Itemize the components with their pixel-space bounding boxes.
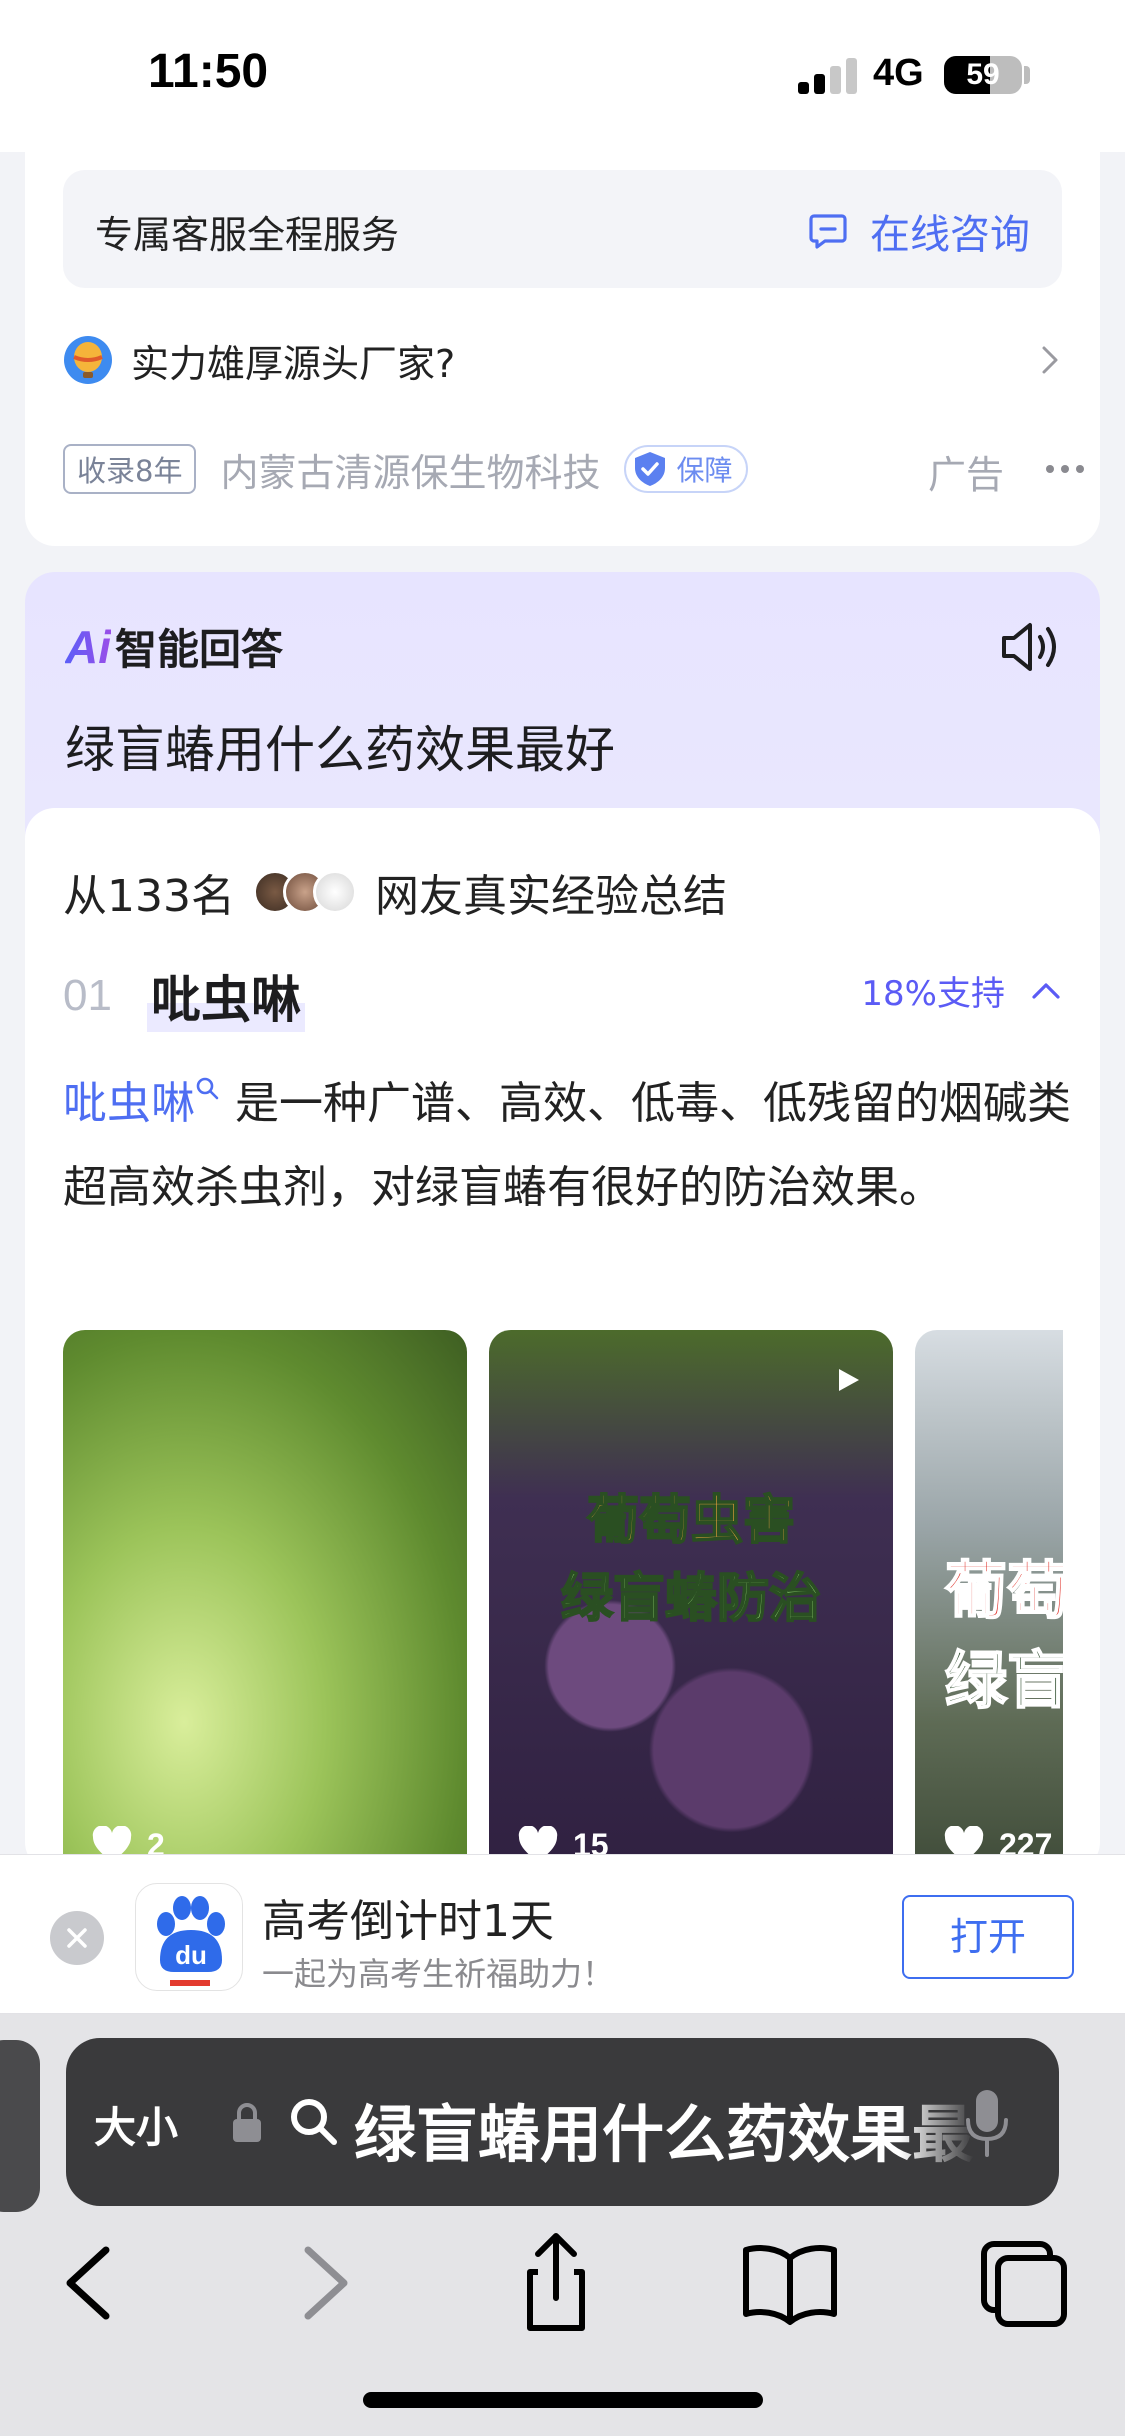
chevron-right-icon <box>1042 346 1058 374</box>
summary-suffix: 网友真实经验总结 <box>374 871 727 922</box>
app-banner: du 高考倒计时1天 一起为高考生祈福助力！ 打开 <box>0 1854 1125 2014</box>
address-bar[interactable]: 大小 绿盲蝽用什么药效果最好 <box>66 2038 1059 2206</box>
more-options-icon[interactable] <box>1043 454 1087 484</box>
battery-icon: 59 <box>944 56 1022 94</box>
status-time: 11:50 <box>148 45 269 98</box>
support-percent: 18%支持 <box>861 974 1005 1014</box>
item-description: 吡虫啉 是一种广谱、高效、低毒、低残留的烟碱类超高效杀虫剂，对绿盲蝽有很好的防治… <box>63 1062 1073 1230</box>
speaker-icon[interactable] <box>998 618 1064 676</box>
service-row[interactable]: 专属客服全程服务 在线咨询 <box>63 170 1062 288</box>
thumbnail-caption: 葡萄虫害 <box>586 1490 796 1552</box>
share-icon[interactable] <box>496 2228 616 2338</box>
back-icon[interactable] <box>26 2228 146 2338</box>
ai-answer-card: Ai 智能回答 绿盲蝽用什么药效果最好 从133名 网友真实经验总结 01 吡虫… <box>25 572 1100 1872</box>
answer-item-header[interactable]: 01 吡虫啉 18%支持 <box>63 960 1063 1032</box>
item-number: 01 <box>63 971 112 1020</box>
drug-link[interactable]: 吡虫啉 <box>63 1078 195 1129</box>
banner-subtitle: 一起为高考生祈福助力！ <box>262 1955 615 1993</box>
item-name: 吡虫啉 <box>147 960 305 1032</box>
ai-question: 绿盲蝽用什么药效果最好 <box>65 721 615 779</box>
lock-icon <box>233 2103 261 2142</box>
ad-label: 广告 <box>928 453 1005 497</box>
thumbnail-caption: 绿盲蝽防治 <box>560 1568 822 1630</box>
service-label: 专属客服全程服务 <box>95 213 400 257</box>
avatar <box>312 870 357 914</box>
answer-panel: 从133名 网友真实经验总结 01 吡虫啉 18%支持 吡虫啉 是一种广谱、高效… <box>25 808 1100 1872</box>
years-badge: 收录8年 <box>63 444 197 494</box>
video-thumbnail[interactable]: 葡萄虫害 绿盲蝽防治 15 <box>489 1330 893 1872</box>
guarantee-label: 保障 <box>676 454 733 487</box>
bookmarks-icon[interactable] <box>730 2228 850 2338</box>
play-icon <box>839 1369 859 1391</box>
thumbnail-caption: 葡萄 <box>944 1553 1063 1628</box>
baidu-paw-icon: du <box>157 1896 225 1986</box>
video-thumbnail[interactable]: 2 <box>63 1330 467 1872</box>
factory-row[interactable]: 实力雄厚源头厂家? <box>63 325 1062 395</box>
search-icon <box>196 1077 219 1100</box>
tabs-icon[interactable] <box>964 2228 1084 2338</box>
guarantee-badge: 保障 <box>624 445 749 493</box>
forward-icon[interactable] <box>266 2228 386 2338</box>
company-name[interactable]: 内蒙古清源保生物科技 <box>220 442 600 497</box>
close-banner-button[interactable] <box>50 1911 104 1965</box>
close-icon <box>67 1928 87 1948</box>
battery-level: 59 <box>966 58 1000 91</box>
microphone-icon[interactable] <box>962 2086 1012 2162</box>
app-icon-text: du <box>175 1940 207 1970</box>
ad-meta-row: 收录8年 内蒙古清源保生物科技 保障 广告 <box>63 440 1084 498</box>
ai-header: Ai 智能回答 <box>65 616 283 677</box>
factory-question: 实力雄厚源头厂家? <box>131 341 456 386</box>
browser-toolbar: 大小 绿盲蝽用什么药效果最好 <box>0 2014 1125 2436</box>
text-size-button[interactable]: 大小 <box>94 2094 178 2155</box>
home-indicator <box>363 2392 763 2408</box>
previous-tab-peek[interactable] <box>0 2040 40 2212</box>
open-app-button[interactable]: 打开 <box>902 1895 1074 1979</box>
video-thumbnail[interactable]: 葡萄 绿盲 227 <box>915 1330 1063 1872</box>
consult-label: 在线咨询 <box>870 212 1030 258</box>
summary-prefix: 从133名 <box>63 871 235 922</box>
cellular-signal-icon <box>798 58 858 94</box>
network-type: 4G <box>873 52 924 94</box>
ai-title: 智能回答 <box>115 625 284 674</box>
chat-icon <box>809 214 847 249</box>
video-gallery: 2 葡萄虫害 绿盲蝽防治 15 葡萄 绿盲 227 <box>63 1330 1063 1872</box>
consult-button[interactable]: 在线咨询 <box>808 202 1030 260</box>
hot-air-balloon-icon <box>64 336 112 384</box>
battery-tip <box>1024 66 1030 84</box>
baidu-app-icon: du <box>135 1883 243 1991</box>
search-icon <box>291 2099 337 2145</box>
ai-logo: Ai <box>65 620 111 673</box>
thumbnail-caption: 绿盲 <box>944 1643 1063 1718</box>
address-query: 绿盲蝽用什么药效果最好 <box>354 2098 974 2171</box>
banner-title: 高考倒计时1天 <box>262 1896 554 1947</box>
shield-icon <box>635 452 666 486</box>
ad-card: 专属客服全程服务 在线咨询 实力雄厚源头厂家? 收录8年 内蒙古清源保生物科技 <box>25 130 1100 546</box>
chevron-up-icon <box>1032 982 1060 999</box>
support-toggle[interactable]: 18%支持 <box>861 966 1063 1015</box>
summary-line: 从133名 网友真实经验总结 <box>63 860 727 924</box>
user-avatars <box>252 870 357 914</box>
